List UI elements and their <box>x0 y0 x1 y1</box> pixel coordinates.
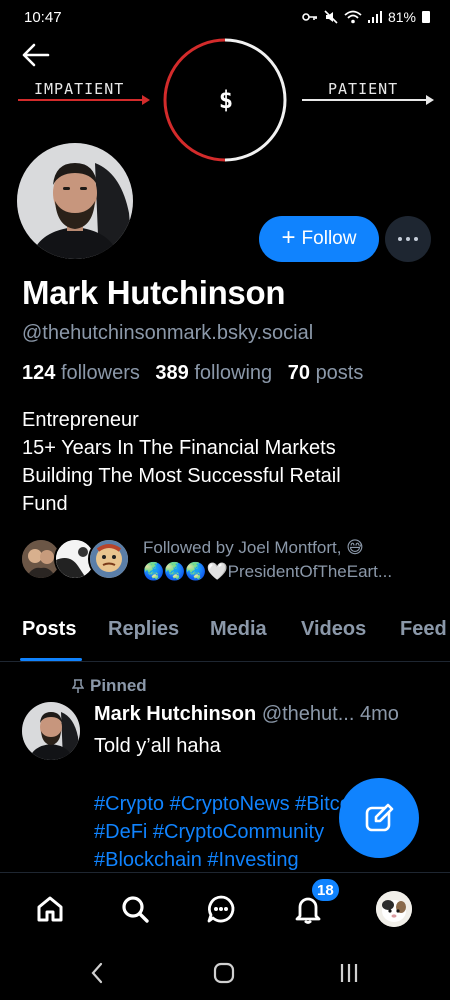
profile-stats: 124 followers 389 following 70 posts <box>22 362 363 385</box>
system-home-icon <box>213 962 235 984</box>
banner-impatient-label: IMPATIENT <box>34 80 125 98</box>
nav-home[interactable] <box>30 889 70 929</box>
profile-avatar-small <box>376 891 412 927</box>
post-text: Told y’all haha <box>94 735 221 757</box>
signal-icon <box>367 11 382 23</box>
system-navigation-bar <box>0 948 450 1000</box>
avatar-photo <box>17 143 133 259</box>
plus-icon: + <box>281 224 296 251</box>
post-timestamp[interactable]: 4mo <box>360 703 399 725</box>
bio-line: 15+ Years In The Financial Markets <box>22 437 336 459</box>
following-link[interactable]: 389 following <box>155 362 272 384</box>
post-header: Mark Hutchinson @thehut... 4mo <box>94 703 434 726</box>
system-home-button[interactable] <box>209 958 239 988</box>
bio-line: Building The Most Successful Retail <box>22 465 341 487</box>
post-author-handle[interactable]: @thehut... <box>262 703 355 725</box>
mute-icon <box>324 10 338 24</box>
profile-avatar[interactable] <box>14 140 136 262</box>
system-recents-button[interactable] <box>334 958 364 988</box>
home-icon <box>37 896 63 922</box>
wifi-icon <box>344 10 362 24</box>
follow-button[interactable]: + Follow <box>259 216 379 262</box>
followers-link[interactable]: 124 followers <box>22 362 140 384</box>
tab-replies[interactable]: Replies <box>108 618 179 641</box>
bio-line: Entrepreneur <box>22 409 139 431</box>
status-time: 10:47 <box>24 8 62 26</box>
system-recents-icon <box>340 964 358 982</box>
more-dots-icon <box>398 237 402 241</box>
tab-videos[interactable]: Videos <box>301 618 366 641</box>
posts-count: 70 posts <box>287 362 364 384</box>
nav-notifications[interactable]: 18 <box>288 877 341 929</box>
tab-posts[interactable]: Posts <box>22 618 76 641</box>
banner-left-arrowhead <box>142 95 150 105</box>
banner-patient-label: PATIENT <box>328 80 399 98</box>
notifications-badge: 18 <box>310 877 341 903</box>
post-author-avatar[interactable] <box>22 702 80 760</box>
tab-feed[interactable]: Feed <box>400 618 447 641</box>
tab-media[interactable]: Media <box>210 618 267 641</box>
pin-icon <box>72 678 84 693</box>
compose-button[interactable] <box>339 778 419 858</box>
banner-right-arrow <box>302 99 428 101</box>
profile-tabs: Posts Replies Media Videos Feed <box>0 610 450 662</box>
bio-line: Fund <box>22 493 68 515</box>
banner-right-arrowhead <box>426 95 434 105</box>
more-options-button[interactable] <box>385 216 431 262</box>
post-author-name[interactable]: Mark Hutchinson <box>94 703 256 725</box>
search-icon <box>122 896 149 923</box>
known-follower-avatar <box>88 538 130 580</box>
system-back-icon <box>91 962 103 984</box>
banner-left-arrow <box>18 99 144 101</box>
chat-icon <box>207 895 235 923</box>
active-tab-indicator <box>20 658 82 661</box>
key-icon <box>302 13 317 21</box>
follow-label: Follow <box>301 228 357 249</box>
status-bar: 10:47 81% <box>0 0 450 34</box>
nav-profile[interactable] <box>374 889 414 929</box>
post-avatar-photo <box>22 702 80 760</box>
banner-dollar-symbol: $ <box>218 86 234 114</box>
bottom-navigation: 18 <box>0 872 450 948</box>
back-arrow-icon[interactable] <box>20 40 52 70</box>
followed-by-text[interactable]: Followed by Joel Montfort, 😅 🌏🌏🌏🤍Preside… <box>143 536 433 584</box>
known-followers-avatars[interactable] <box>20 538 130 582</box>
compose-pencil-icon <box>365 803 394 832</box>
system-back-button[interactable] <box>82 958 112 988</box>
profile-display-name: Mark Hutchinson <box>22 274 286 311</box>
pinned-label: Pinned <box>72 676 147 696</box>
profile-handle: @thehutchinsonmark.bsky.social <box>22 322 314 344</box>
profile-bio: Entrepreneur 15+ Years In The Financial … <box>22 406 422 518</box>
battery-icon <box>422 11 430 23</box>
nav-search[interactable] <box>115 889 155 929</box>
status-icons: 81% <box>302 9 430 25</box>
battery-percent: 81% <box>387 9 416 25</box>
nav-chat[interactable] <box>201 889 241 929</box>
